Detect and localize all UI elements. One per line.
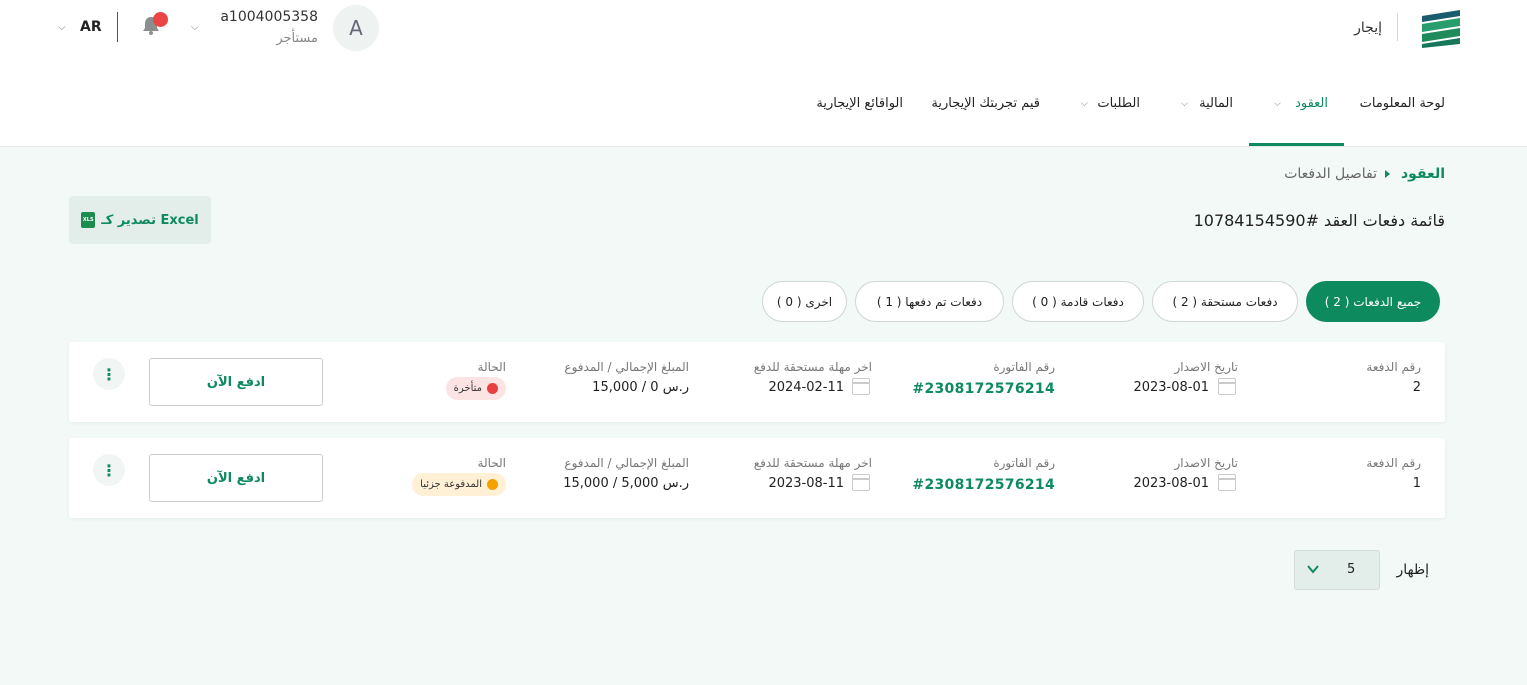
issue-date-value: 2023-08-01 xyxy=(1133,380,1209,395)
calendar-icon xyxy=(1218,378,1236,395)
payment-card: رقم الدفعة 2 تاريخ الاصدار 2023-08-01 رق… xyxy=(69,342,1445,422)
amount-value: 15,000 / 0 ر.س xyxy=(592,380,689,395)
ejar-logo-icon[interactable] xyxy=(1420,10,1464,48)
nav-item-contracts[interactable]: العقود xyxy=(1295,96,1328,111)
status-badge-text: المدفوعة جزئيا xyxy=(420,479,482,490)
issue-date-value: 2023-08-01 xyxy=(1133,476,1209,491)
user-role: مستأجر xyxy=(276,31,318,46)
notification-badge xyxy=(153,12,168,27)
more-options-icon[interactable]: ⋮ xyxy=(93,454,125,486)
invoice-link[interactable]: #2308172576214 xyxy=(912,477,1055,493)
brand-label[interactable]: إيجار xyxy=(1354,20,1382,36)
payment-no-label: رقم الدفعة xyxy=(1366,456,1421,470)
status-label: الحالة xyxy=(477,456,506,470)
status-dot-icon xyxy=(487,479,498,490)
logo-divider xyxy=(1397,13,1398,41)
tab-upcoming-payments[interactable]: دفعات قادمة ( 0 ) xyxy=(1012,281,1144,322)
breadcrumb-current: تفاصيل الدفعات xyxy=(1284,166,1377,182)
issue-date-label: تاريخ الاصدار xyxy=(1174,456,1239,470)
breadcrumb-contracts[interactable]: العقود xyxy=(1401,166,1445,182)
page-size-label: إظهار xyxy=(1396,562,1429,578)
status-badge: المدفوعة جزئيا xyxy=(412,473,506,496)
header-divider xyxy=(117,12,118,42)
user-menu-chevron-down-icon[interactable]: ⌵ xyxy=(191,22,199,33)
payment-no-value: 1 xyxy=(1412,476,1421,491)
tab-due-payments[interactable]: دفعات مستحقة ( 2 ) xyxy=(1152,281,1298,322)
chevron-down-icon[interactable]: ⌵ xyxy=(1081,99,1088,109)
issue-date-label: تاريخ الاصدار xyxy=(1174,360,1239,374)
more-options-icon[interactable]: ⋮ xyxy=(93,358,125,390)
amount-value: 15,000 / 5,000 ر.س xyxy=(563,476,689,491)
chevron-down-icon[interactable]: ⌵ xyxy=(1181,99,1188,109)
payment-no-label: رقم الدفعة xyxy=(1366,360,1421,374)
status-label: الحالة xyxy=(477,360,506,374)
user-id[interactable]: a1004005358 xyxy=(220,9,318,25)
calendar-icon xyxy=(852,474,870,491)
nav-active-indicator xyxy=(1249,143,1344,146)
page-size-value: 5 xyxy=(1347,562,1356,577)
nav-item-rental-incidents[interactable]: الواقائع الإيجارية xyxy=(816,96,903,111)
chevron-down-icon[interactable]: ⌵ xyxy=(1274,99,1281,109)
avatar[interactable]: A xyxy=(333,5,379,51)
export-excel-button[interactable]: XLS تصدير كـ Excel xyxy=(69,196,211,244)
language-selector[interactable]: AR xyxy=(80,19,102,35)
breadcrumb-arrow-icon xyxy=(1385,170,1390,178)
payment-no-value: 2 xyxy=(1412,380,1421,395)
due-date-label: اخر مهلة مستحقة للدفع xyxy=(753,360,872,374)
excel-file-icon: XLS xyxy=(81,212,96,228)
nav-item-rate-experience[interactable]: قيم تجربتك الإيجارية xyxy=(931,96,1040,111)
top-header: إيجار ⌵ AR ⌵ a1004005358 مستأجر A لوحة ا… xyxy=(0,0,1527,147)
invoice-no-label: رقم الفاتورة xyxy=(993,360,1055,374)
calendar-icon xyxy=(852,378,870,395)
tab-all-payments[interactable]: جميع الدفعات ( 2 ) xyxy=(1306,281,1440,322)
chevron-down-icon xyxy=(1307,565,1319,574)
due-date-value: 2024-02-11 xyxy=(768,380,844,395)
due-date-label: اخر مهلة مستحقة للدفع xyxy=(753,456,872,470)
nav-item-requests[interactable]: الطلبات xyxy=(1097,96,1140,111)
nav-item-dashboard[interactable]: لوحة المعلومات xyxy=(1360,96,1445,111)
pay-now-button[interactable]: ادفع الآن xyxy=(149,358,323,406)
payment-card: رقم الدفعة 1 تاريخ الاصدار 2023-08-01 رق… xyxy=(69,438,1445,518)
export-excel-label: تصدير كـ Excel xyxy=(101,212,199,228)
invoice-no-label: رقم الفاتورة xyxy=(993,456,1055,470)
avatar-initial: A xyxy=(349,16,363,40)
status-dot-icon xyxy=(487,383,498,394)
invoice-link[interactable]: #2308172576214 xyxy=(912,381,1055,397)
due-date-value: 2023-08-11 xyxy=(768,476,844,491)
language-chevron-down-icon[interactable]: ⌵ xyxy=(58,22,66,33)
page-title: قائمة دفعات العقد #10784154590 xyxy=(1193,211,1445,230)
calendar-icon xyxy=(1218,474,1236,491)
page-size-select[interactable]: 5 xyxy=(1294,550,1380,590)
amount-label: المبلغ الإجمالي / المدفوع xyxy=(564,456,689,470)
tab-paid-payments[interactable]: دفعات تم دفعها ( 1 ) xyxy=(855,281,1004,322)
nav-item-finance[interactable]: المالية xyxy=(1199,96,1233,111)
amount-label: المبلغ الإجمالي / المدفوع xyxy=(564,360,689,374)
status-badge: متأخرة xyxy=(445,377,506,400)
status-badge-text: متأخرة xyxy=(453,383,482,394)
tab-other-payments[interactable]: اخرى ( 0 ) xyxy=(762,281,847,322)
pay-now-button[interactable]: ادفع الآن xyxy=(149,454,323,502)
